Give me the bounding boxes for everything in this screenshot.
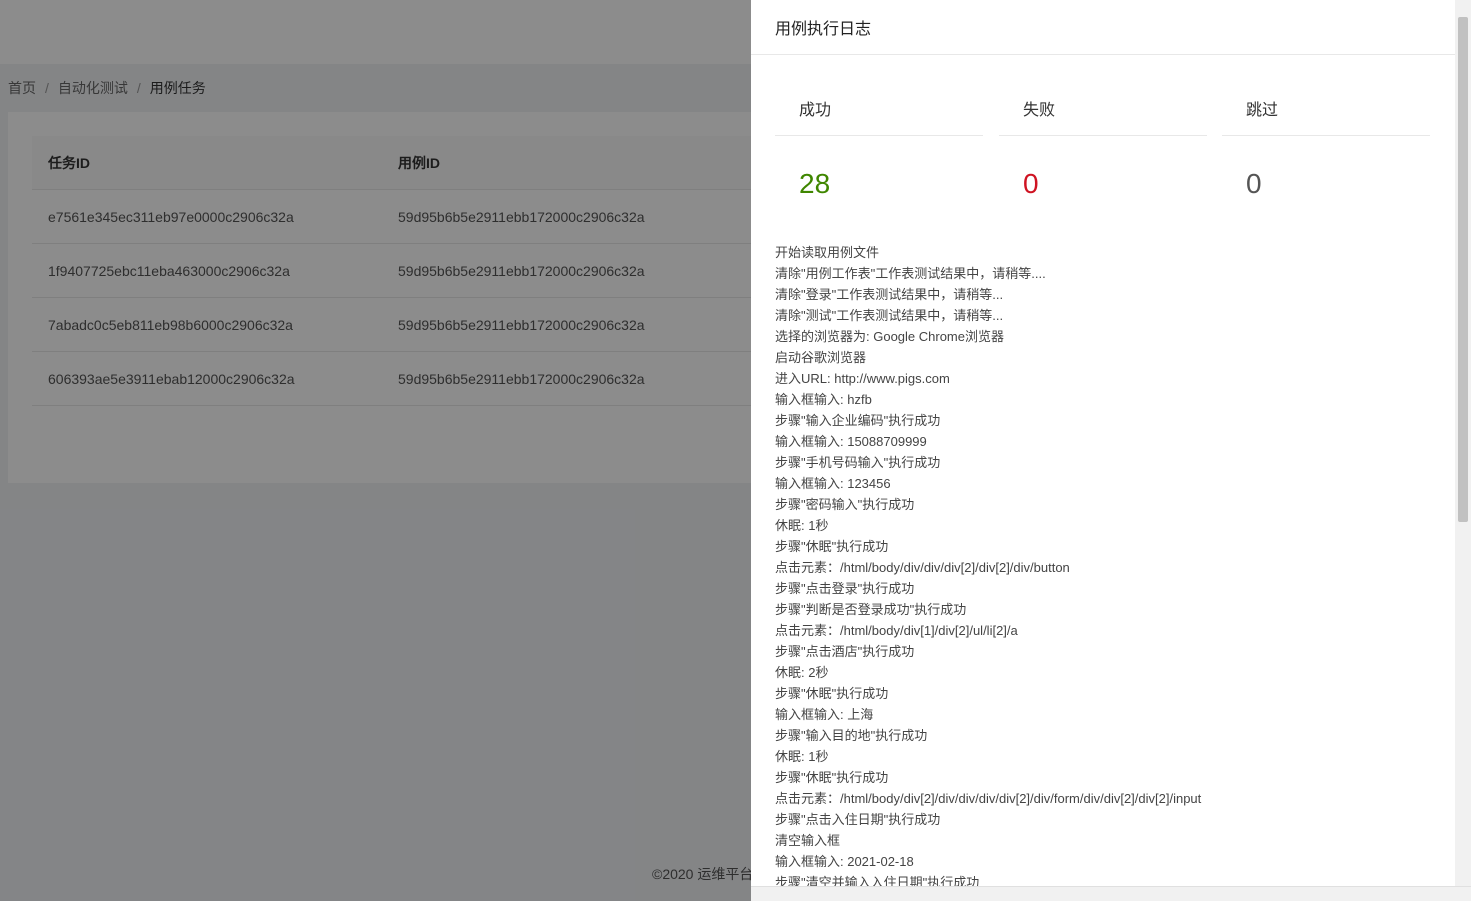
log-line: 清除"测试"工作表测试结果中，请稍等...	[775, 308, 1004, 323]
log-line: 休眠: 1秒	[775, 518, 829, 533]
log-line: 步骤"输入目的地"执行成功	[775, 728, 928, 743]
log-line: 点击元素：/html/body/div[2]/div/div/div/div[2…	[775, 791, 1202, 806]
stat-success-label: 成功	[775, 80, 983, 136]
log-line: 输入框输入: 15088709999	[775, 434, 927, 449]
log-line: 休眠: 2秒	[775, 665, 829, 680]
log-line: 输入框输入: 2021-02-18	[775, 854, 914, 869]
drawer-body: 成功 28 失败 0 跳过 0 开始读取用例文件清除"用例工作表"工作表测试结果…	[751, 55, 1455, 886]
log-line: 进入URL: http://www.pigs.com	[775, 371, 950, 386]
log-line: 输入框输入: 123456	[775, 476, 891, 491]
log-line: 选择的浏览器为: Google Chrome浏览器	[775, 329, 1004, 344]
stat-skip: 跳过 0	[1222, 80, 1430, 200]
stat-skip-label: 跳过	[1222, 80, 1430, 136]
log-line: 步骤"休眠"执行成功	[775, 686, 889, 701]
stat-fail-value: 0	[1023, 168, 1039, 199]
log-drawer: 用例执行日志 成功 28 失败 0 跳过 0 开始读取用例文件清除"用例工作表"…	[751, 0, 1471, 901]
stat-skip-value: 0	[1246, 168, 1262, 199]
stats-row: 成功 28 失败 0 跳过 0	[775, 80, 1431, 200]
execution-log: 开始读取用例文件清除"用例工作表"工作表测试结果中，请稍等.... 清除"登录"工…	[775, 242, 1455, 886]
scroll-thumb[interactable]	[1458, 17, 1468, 522]
log-line: 步骤"点击入住日期"执行成功	[775, 812, 941, 827]
stat-success: 成功 28	[775, 80, 983, 200]
log-line: 步骤"点击酒店"执行成功	[775, 644, 915, 659]
vertical-scrollbar[interactable]	[1455, 0, 1471, 886]
log-line: 步骤"判断是否登录成功"执行成功	[775, 602, 967, 617]
stat-success-value: 28	[799, 168, 831, 199]
log-line: 步骤"点击登录"执行成功	[775, 581, 915, 596]
log-line: 启动谷歌浏览器	[775, 350, 867, 365]
log-line: 清空输入框	[775, 833, 841, 848]
log-line: 输入框输入: 上海	[775, 707, 874, 722]
log-line: 步骤"休眠"执行成功	[775, 770, 889, 785]
log-line: 休眠: 1秒	[775, 749, 829, 764]
log-line: 步骤"清空并输入入住日期"执行成功	[775, 875, 980, 886]
stat-fail: 失败 0	[999, 80, 1207, 200]
log-line: 步骤"密码输入"执行成功	[775, 497, 915, 512]
log-line: 输入框输入: hzfb	[775, 392, 872, 407]
log-line: 步骤"手机号码输入"执行成功	[775, 455, 941, 470]
log-line: 清除"用例工作表"工作表测试结果中，请稍等....	[775, 266, 1046, 281]
log-line: 点击元素：/html/body/div[1]/div[2]/ul/li[2]/a	[775, 623, 1018, 638]
stat-fail-label: 失败	[999, 80, 1207, 136]
drawer-title: 用例执行日志	[751, 0, 1471, 55]
log-line: 清除"登录"工作表测试结果中，请稍等...	[775, 287, 1004, 302]
log-line: 开始读取用例文件	[775, 245, 880, 260]
log-line: 步骤"输入企业编码"执行成功	[775, 413, 941, 428]
log-line: 步骤"休眠"执行成功	[775, 539, 889, 554]
horizontal-scrollbar[interactable]	[751, 886, 1471, 901]
log-line: 点击元素：/html/body/div/div/div[2]/div[2]/di…	[775, 560, 1070, 575]
